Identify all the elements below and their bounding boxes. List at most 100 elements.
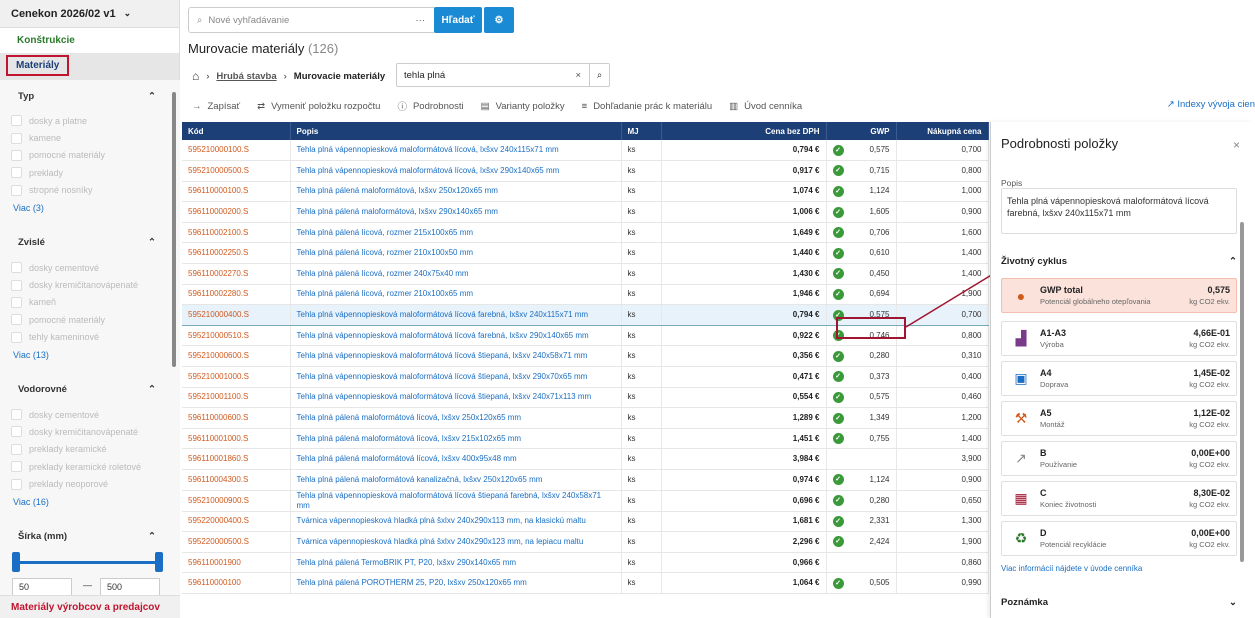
- filter-checkbox-item[interactable]: pomocné materiály: [11, 147, 156, 164]
- table-row[interactable]: 595220000500.S Tvárnica vápennopiesková h…: [182, 531, 989, 553]
- filter-checkbox-item[interactable]: preklady neoporové: [11, 475, 156, 492]
- vymenit-button[interactable]: ⇄ Vymeniť položku rozpočtu: [257, 101, 380, 112]
- home-icon[interactable]: ⌂: [192, 69, 199, 83]
- zapisat-button[interactable]: → Zapísať: [192, 101, 240, 112]
- more-icon[interactable]: ···: [416, 15, 426, 26]
- checkbox[interactable]: [11, 409, 22, 421]
- filter-checkbox-item[interactable]: dosky cementové: [11, 259, 156, 276]
- item-description[interactable]: Tehla plná pálená maloformátová, lxšxv 2…: [290, 201, 622, 223]
- checkbox[interactable]: [11, 167, 22, 179]
- item-description[interactable]: Tehla plná vápennopiesková maloformátová…: [290, 345, 622, 368]
- filter-checkbox-item[interactable]: dosky kremičitanovápenaté: [11, 276, 156, 293]
- podrobnosti-button[interactable]: ⓘ Podrobnosti: [397, 99, 463, 114]
- panel-scrollbar[interactable]: [1240, 222, 1244, 562]
- filter-checkbox-item[interactable]: kameň: [11, 294, 156, 311]
- table-row[interactable]: 596110002270.S Tehla plná pálená lícová, …: [182, 263, 989, 285]
- column-header[interactable]: MJ: [621, 122, 662, 140]
- section-materialy[interactable]: Materiály: [0, 53, 179, 80]
- column-header[interactable]: Popis: [290, 122, 622, 140]
- item-description[interactable]: Tehla plná vápennopiesková maloformátová…: [290, 304, 622, 326]
- item-description[interactable]: Tehla plná pálená lícová, rozmer 210x100…: [290, 284, 622, 306]
- varianty-button[interactable]: ▤ Varianty položky: [481, 101, 565, 112]
- note-header[interactable]: Poznámka ⌄: [1001, 597, 1237, 608]
- width-slider[interactable]: [12, 552, 163, 574]
- chevron-up-icon[interactable]: ⌃: [148, 237, 156, 248]
- column-header[interactable]: Nákupná cena: [896, 122, 989, 140]
- item-description[interactable]: Tehla plná pálená lícová, rozmer 215x100…: [290, 222, 622, 244]
- settings-button[interactable]: ⚙: [484, 7, 514, 33]
- table-row[interactable]: 596110001000.S Tehla plná pálená maloform…: [182, 428, 989, 450]
- show-more-link[interactable]: Viac (13): [13, 346, 156, 364]
- table-row[interactable]: 596110002250.S Tehla plná pálená lícová, …: [182, 242, 989, 265]
- show-more-link[interactable]: Viac (3): [13, 199, 156, 217]
- filter-checkbox-item[interactable]: tehly kameninové: [11, 329, 156, 346]
- item-description[interactable]: Tvárnica vápennopiesková hladká plná šxl…: [290, 531, 622, 553]
- table-row[interactable]: 595220000400.S Tvárnica vápennopiesková h…: [182, 511, 989, 533]
- item-description[interactable]: Tehla plná pálená lícová, rozmer 210x100…: [290, 242, 622, 265]
- item-description[interactable]: Tehla plná vápennopiesková maloformátová…: [290, 325, 622, 347]
- filter-checkbox-item[interactable]: preklady keramické: [11, 441, 156, 458]
- checkbox[interactable]: [11, 262, 22, 274]
- checkbox[interactable]: [11, 115, 22, 127]
- filter-checkbox-item[interactable]: preklady: [11, 164, 156, 181]
- section-konstrukcie[interactable]: Konštrukcie: [0, 28, 179, 53]
- slider-handle-max[interactable]: [155, 552, 163, 572]
- catalog-selector[interactable]: Cenekon 2026/02 v1 ⌄: [0, 0, 179, 28]
- filter-checkbox-item[interactable]: preklady keramické roletové: [11, 458, 156, 475]
- slider-handle-min[interactable]: [12, 552, 20, 572]
- checkbox[interactable]: [11, 426, 22, 438]
- item-description[interactable]: Tehla plná vápennopiesková maloformátová…: [290, 160, 622, 182]
- chevron-up-icon[interactable]: ⌃: [148, 384, 156, 395]
- table-row[interactable]: 595210001000.S Tehla plná vápennopiesková…: [182, 366, 989, 388]
- search-input[interactable]: ⌕ Nové vyhľadávanie ···: [188, 7, 436, 33]
- item-description[interactable]: Tehla plná pálená maloformátová, lxšxv 2…: [290, 181, 622, 203]
- width-max-input[interactable]: 500: [100, 578, 160, 595]
- search-button[interactable]: Hľadať: [434, 7, 482, 33]
- checkbox[interactable]: [11, 461, 22, 473]
- item-description[interactable]: Tehla plná pálená TermoBRIK PT, P20, lxš…: [290, 552, 622, 574]
- more-info-link[interactable]: Viac informácií nájdete v úvode cenníka: [1001, 564, 1142, 573]
- checkbox[interactable]: [11, 279, 22, 291]
- table-row[interactable]: 596110002280.S Tehla plná pálená lícová, …: [182, 284, 989, 306]
- table-row[interactable]: 596110000600.S Tehla plná pálená maloform…: [182, 407, 989, 429]
- checkbox[interactable]: [11, 149, 22, 161]
- filter-checkbox-item[interactable]: kamene: [11, 129, 156, 146]
- item-description[interactable]: Tehla plná pálená POROTHERM 25, P20, lxš…: [290, 572, 622, 594]
- item-description[interactable]: Tehla plná pálená maloformátová lícová, …: [290, 407, 622, 429]
- item-description[interactable]: Tehla plná pálená maloformátová lícová, …: [290, 448, 622, 470]
- checkbox[interactable]: [11, 132, 22, 144]
- column-header[interactable]: Cena bez DPH: [661, 122, 827, 140]
- table-row[interactable]: 595210001100.S Tehla plná vápennopiesková…: [182, 387, 989, 409]
- search-icon[interactable]: ⌕: [589, 64, 609, 86]
- item-description[interactable]: Tehla plná vápennopiesková maloformátová…: [290, 366, 622, 388]
- table-row[interactable]: 595210000100.S Tehla plná vápennopiesková…: [182, 140, 989, 162]
- item-description[interactable]: Tehla plná vápennopiesková maloformátová…: [290, 140, 622, 162]
- column-header[interactable]: Kód: [182, 122, 291, 140]
- checkbox[interactable]: [11, 478, 22, 490]
- manufacturers-materials-link[interactable]: Materiály výrobcov a predajcov: [0, 595, 180, 618]
- checkbox[interactable]: [11, 443, 22, 455]
- sidebar-scrollbar[interactable]: [172, 92, 176, 367]
- checkbox[interactable]: [11, 331, 22, 343]
- table-row[interactable]: 596110000100 Tehla plná pálená POROTHERM …: [182, 572, 989, 594]
- dohladanie-button[interactable]: ≡ Dohľadanie prác k materiálu: [582, 101, 713, 112]
- indexy-link[interactable]: ↗ Indexy vývoja cien: [1167, 99, 1255, 110]
- table-row[interactable]: 596110000100.S Tehla plná pálená maloform…: [182, 181, 989, 203]
- filter-checkbox-item[interactable]: dosky kremičitanovápenaté: [11, 423, 156, 440]
- filter-checkbox-item[interactable]: dosky cementové: [11, 406, 156, 423]
- width-min-input[interactable]: 50: [12, 578, 72, 595]
- filter-checkbox-item[interactable]: stropné nosníky: [11, 182, 156, 199]
- item-description[interactable]: Tehla plná pálená maloformátová lícová, …: [290, 428, 622, 450]
- filter-input[interactable]: tehla plná × ⌕: [396, 63, 610, 87]
- item-description[interactable]: Tehla plná vápennopiesková maloformátová…: [290, 490, 622, 512]
- uvod-button[interactable]: ▥ Úvod cenníka: [729, 101, 802, 112]
- checkbox[interactable]: [11, 184, 22, 196]
- show-more-link[interactable]: Viac (16): [13, 493, 156, 511]
- table-row[interactable]: 596110001860.S Tehla plná pálená maloform…: [182, 448, 989, 470]
- table-row[interactable]: 595210000900.S Tehla plná vápennopiesková…: [182, 490, 989, 512]
- checkbox[interactable]: [11, 296, 22, 308]
- filter-checkbox-item[interactable]: pomocné materiály: [11, 311, 156, 328]
- chevron-up-icon[interactable]: ⌃: [148, 531, 156, 542]
- item-description[interactable]: Tehla plná pálená maloformátová kanaliza…: [290, 469, 622, 491]
- breadcrumb-link[interactable]: Hrubá stavba: [216, 71, 276, 82]
